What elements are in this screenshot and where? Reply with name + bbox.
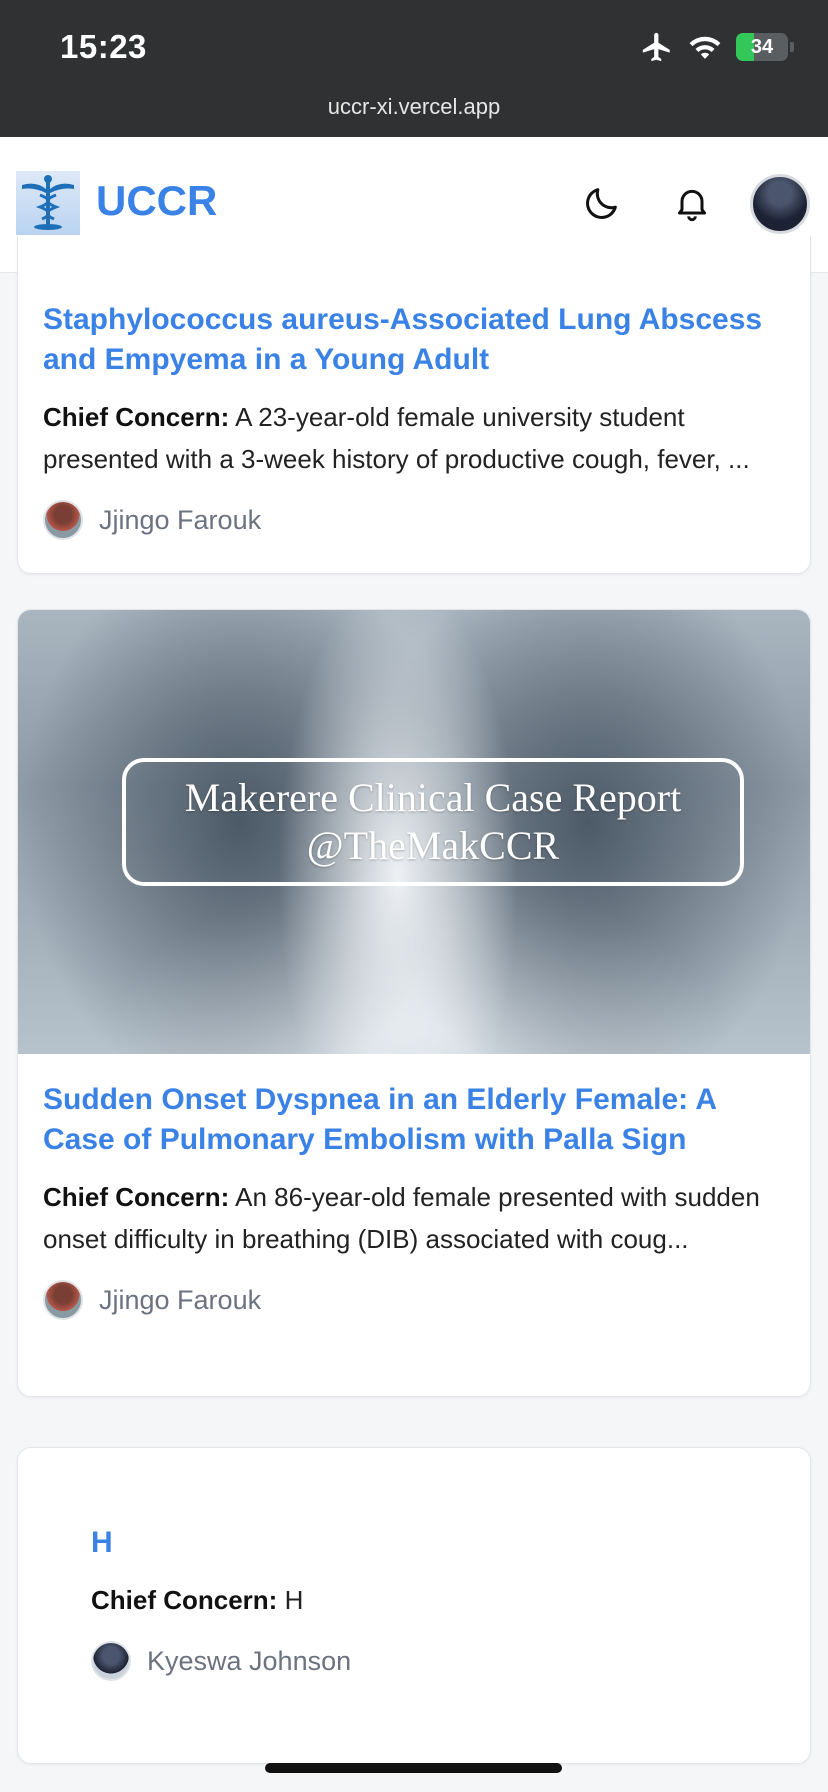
wifi-icon [689,36,721,59]
author-avatar [91,1641,131,1681]
summary-label: Chief Concern: [43,1182,230,1212]
case-summary: Chief Concern: An 86-year-old female pre… [43,1176,785,1260]
case-summary: Chief Concern: H [91,1579,737,1621]
author-avatar [43,500,83,540]
caduceus-logo-icon[interactable] [16,171,80,235]
case-title[interactable]: Staphylococcus aureus-Associated Lung Ab… [43,300,785,380]
home-indicator[interactable] [265,1763,562,1773]
summary-label: Chief Concern: [91,1585,278,1615]
author-row[interactable]: Jjingo Farouk [43,500,785,540]
author-row[interactable]: Jjingo Farouk [43,1280,785,1320]
status-bar: 15:23 34 uccr-xi.vercel.app [0,0,828,137]
author-name: Kyeswa Johnson [147,1645,352,1676]
author-name: Jjingo Farouk [99,1284,262,1315]
case-card[interactable]: Staphylococcus aureus-Associated Lung Ab… [17,236,811,574]
moon-icon [586,188,617,219]
battery-icon: 34 [736,33,794,61]
notifications-button[interactable] [666,177,718,229]
airplane-icon [642,32,670,62]
case-cover-image[interactable]: Makerere Clinical Case Report @TheMakCCR [18,610,810,1054]
case-summary: Chief Concern: A 23-year-old female univ… [43,396,785,480]
summary-text: H [277,1585,304,1615]
image-caption-box: Makerere Clinical Case Report @TheMakCCR [122,758,744,886]
brand-name[interactable]: UCCR [96,177,217,225]
author-name: Jjingo Farouk [99,504,262,535]
bell-icon [678,189,706,222]
case-card[interactable]: Makerere Clinical Case Report @TheMakCCR… [17,609,811,1397]
case-card[interactable]: H Chief Concern: H Kyeswa Johnson [17,1447,811,1764]
case-title[interactable]: Sudden Onset Dyspnea in an Elderly Femal… [43,1080,785,1160]
status-time: 15:23 [60,28,147,65]
case-title[interactable]: H [91,1523,737,1563]
summary-label: Chief Concern: [43,402,230,432]
user-avatar[interactable] [750,174,810,234]
theme-toggle-button[interactable] [576,177,628,229]
author-avatar [43,1280,83,1320]
status-icons: 34 [640,30,794,64]
battery-level: 34 [750,35,774,58]
author-row[interactable]: Kyeswa Johnson [91,1641,737,1681]
address-bar-url[interactable]: uccr-xi.vercel.app [0,94,828,120]
image-caption-line2: @TheMakCCR [306,823,560,868]
image-caption-line1: Makerere Clinical Case Report [184,775,682,820]
